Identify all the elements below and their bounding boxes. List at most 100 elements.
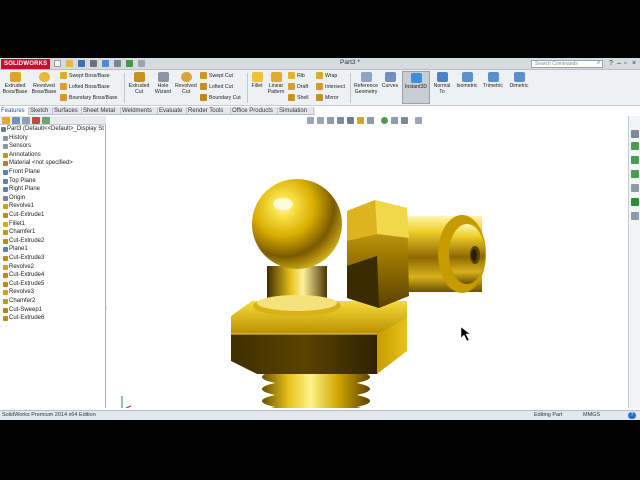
feature-tree-icon[interactable]	[2, 117, 10, 124]
graphics-area[interactable]	[107, 116, 628, 408]
video-letterbox: SOLIDWORKS Part3 * Search Commands ⌕ ? –…	[0, 0, 640, 480]
intersect-icon	[316, 83, 323, 91]
design-library-icon[interactable]	[631, 142, 639, 150]
revolved-boss-label: Revolved Boss/Base	[31, 83, 57, 95]
curves-label: Curves	[381, 83, 399, 89]
custom-properties-icon[interactable]	[631, 198, 639, 206]
shell-button[interactable]: Shell	[288, 93, 309, 103]
forum-icon[interactable]	[631, 212, 639, 220]
search-commands-input[interactable]: Search Commands	[531, 60, 603, 68]
print-icon[interactable]	[90, 60, 97, 67]
swept-cut-button[interactable]: Swept Cut	[200, 71, 233, 81]
draft-button[interactable]: Draft	[288, 82, 308, 92]
restore-icon[interactable]: ▫	[624, 59, 626, 68]
normal-to-icon	[436, 72, 448, 82]
close-icon[interactable]: ×	[632, 59, 636, 68]
extruded-cut-button[interactable]: Extruded Cut	[126, 72, 152, 95]
tab-simulation[interactable]: Simulation	[278, 107, 314, 115]
tree-item-label: Sensors	[9, 143, 32, 150]
solidworks-window: SOLIDWORKS Part3 * Search Commands ⌕ ? –…	[0, 58, 640, 420]
minimize-icon[interactable]: –	[617, 59, 621, 68]
rebuild-icon[interactable]	[126, 60, 133, 67]
appearances-icon[interactable]	[631, 184, 639, 192]
help-icon[interactable]: ?	[628, 412, 636, 419]
tree-item-label: Chamfer2	[9, 298, 36, 304]
rib-icon	[288, 72, 295, 80]
configuration-manager-icon[interactable]	[22, 117, 30, 124]
feature-icon	[3, 290, 8, 296]
mirror-button[interactable]: Mirror	[316, 93, 339, 103]
solidworks-resources-icon[interactable]	[631, 130, 639, 138]
dimxpert-icon[interactable]	[32, 117, 40, 124]
curves-button[interactable]: Curves	[380, 72, 400, 89]
extruded-boss-button[interactable]: Extruded Boss/Base	[2, 72, 28, 95]
help-question-icon[interactable]: ?	[609, 59, 613, 68]
hole-wizard-button[interactable]: Hole Wizard	[152, 72, 174, 95]
feature-icon	[3, 281, 8, 287]
command-manager-ribbon: Extruded Boss/Base Revolved Boss/Base Sw…	[0, 70, 640, 106]
tab-sketch[interactable]: Sketch	[29, 107, 53, 115]
wrap-button[interactable]: Wrap	[316, 71, 337, 81]
normal-to-button[interactable]: Normal To	[431, 72, 453, 95]
feature-icon	[3, 144, 8, 150]
view-palette-icon[interactable]	[631, 170, 639, 178]
tree-item-label: History	[9, 134, 28, 141]
document-title: Part3 *	[340, 59, 360, 66]
tab-office-products[interactable]: Office Products	[231, 107, 278, 115]
tree-item-label: Cut-Extrude4	[9, 272, 45, 279]
revolved-cut-button[interactable]: Revolved Cut	[174, 72, 198, 95]
draft-icon	[288, 83, 295, 91]
feature-icon	[3, 273, 8, 279]
search-icon[interactable]: ⌕	[597, 60, 600, 67]
rib-button[interactable]: Rib	[288, 71, 305, 81]
new-document-icon[interactable]	[54, 60, 61, 67]
lofted-boss-button[interactable]: Lofted Boss/Base	[60, 82, 110, 92]
mirror-icon	[316, 94, 323, 102]
options-gear-icon[interactable]	[138, 60, 145, 67]
boundary-cut-icon	[200, 94, 207, 102]
tree-item-label: Cut-Extrude6	[9, 315, 45, 322]
undo-icon[interactable]	[102, 60, 109, 67]
trimetric-button[interactable]: Trimetric	[480, 72, 506, 89]
tab-weldments[interactable]: Weldments	[121, 107, 158, 115]
lofted-cut-button[interactable]: Lofted Cut	[200, 82, 233, 92]
save-icon[interactable]	[78, 60, 85, 67]
swept-boss-button[interactable]: Swept Boss/Base	[60, 71, 110, 81]
reference-geometry-button[interactable]: Reference Geometry	[352, 72, 380, 95]
solidworks-logo: SOLIDWORKS	[1, 59, 51, 69]
open-folder-icon[interactable]	[66, 60, 73, 67]
extruded-boss-icon	[9, 72, 21, 82]
tree-item-label: Part3 (Default<<Default>_Display St	[7, 126, 104, 132]
tree-item-label: Chamfer1	[9, 229, 36, 236]
tab-render-tools[interactable]: Render Tools	[187, 107, 231, 115]
select-arrow-icon[interactable]	[114, 60, 121, 67]
hole-wizard-label: Hole Wizard	[154, 83, 172, 95]
grease-nipple-model[interactable]	[107, 116, 628, 408]
tab-evaluate[interactable]: Evaluate	[158, 107, 187, 115]
boundary-boss-button[interactable]: Boundary Boss/Base	[60, 93, 117, 103]
fillet-button[interactable]: Fillet	[249, 72, 265, 89]
property-manager-icon[interactable]	[12, 117, 20, 124]
linear-pattern-button[interactable]: Linear Pattern	[265, 72, 287, 95]
swept-cut-label: Swept Cut	[209, 73, 233, 79]
feature-icon	[3, 264, 8, 270]
origin-triad	[121, 396, 132, 408]
instant3d-button[interactable]: Instant3D	[402, 71, 430, 104]
display-manager-icon[interactable]	[42, 117, 50, 124]
tree-item-label: Cut-Extrude3	[9, 255, 45, 261]
revolved-boss-button[interactable]: Revolved Boss/Base	[30, 72, 58, 95]
tab-sheet-metal[interactable]: Sheet Metal	[82, 107, 121, 115]
dimetric-button[interactable]: Dimetric	[506, 72, 532, 89]
feature-icon	[3, 307, 8, 313]
boundary-cut-button[interactable]: Boundary Cut	[200, 93, 241, 103]
isometric-button[interactable]: Isometric	[454, 72, 480, 89]
neck	[253, 266, 341, 316]
feature-manager-panel: Part3 (Default<<Default>_Display St Histo…	[0, 116, 109, 408]
tree-item-label: Revolve1	[9, 203, 35, 210]
extruded-boss-label: Extruded Boss/Base	[2, 83, 28, 95]
unit-system-text[interactable]: MMGS	[583, 411, 600, 420]
tab-features[interactable]: Features	[0, 107, 29, 115]
intersect-button[interactable]: Intersect	[316, 82, 345, 92]
file-explorer-icon[interactable]	[631, 156, 639, 164]
tab-surfaces[interactable]: Surfaces	[53, 107, 82, 115]
